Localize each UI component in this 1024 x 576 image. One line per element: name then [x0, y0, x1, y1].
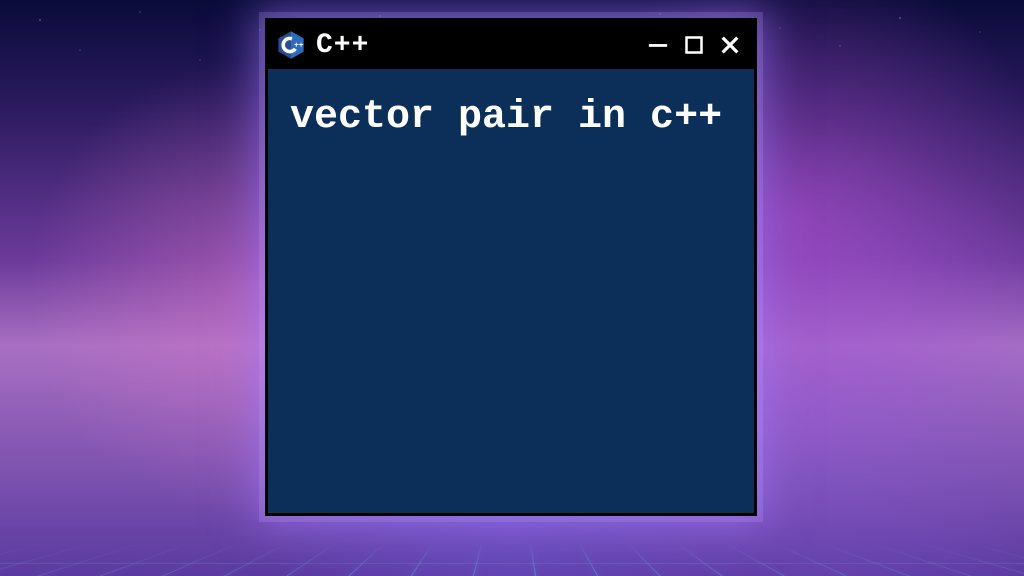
window-title: C++	[316, 30, 636, 61]
titlebar[interactable]: C++	[268, 21, 754, 69]
maximize-button[interactable]	[682, 33, 706, 57]
cpp-hex-icon	[276, 30, 306, 60]
close-button[interactable]	[718, 33, 742, 57]
window-controls	[646, 33, 742, 57]
terminal-content: vector pair in c++	[268, 69, 754, 513]
terminal-window: C++ vector pair in c++	[265, 18, 757, 516]
minimize-button[interactable]	[646, 33, 670, 57]
wallpaper-grid	[0, 528, 1024, 576]
